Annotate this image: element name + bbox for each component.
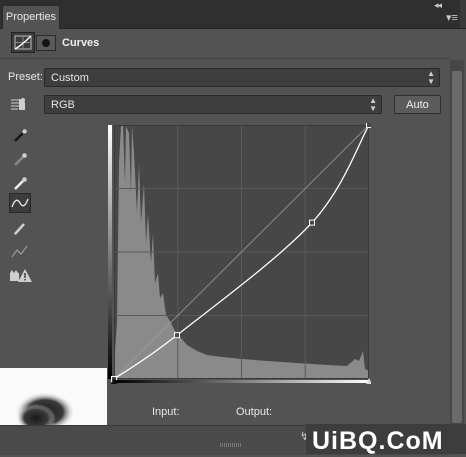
eyedropper-black-icon[interactable]	[9, 125, 31, 145]
collapse-arrows-icon[interactable]: ◂◂	[434, 0, 442, 11]
output-gradient-bar	[108, 125, 112, 379]
scrollbar-thumb[interactable]	[452, 71, 462, 423]
channel-value: RGB	[51, 99, 75, 111]
divider	[0, 58, 450, 59]
curves-graph[interactable]	[107, 123, 371, 385]
auto-button[interactable]: Auto	[394, 95, 441, 114]
preset-value: Custom	[51, 72, 89, 84]
panel-title-bar	[0, 0, 466, 29]
panel-menu-icon[interactable]: ▾≡	[446, 11, 458, 24]
resize-grip-icon[interactable]	[220, 443, 242, 447]
select-arrows-icon: ▲ ▼	[369, 96, 377, 113]
select-arrows-icon: ▲ ▼	[427, 69, 435, 86]
curves-adjustment-icon[interactable]	[11, 32, 35, 53]
smooth-icon[interactable]	[9, 242, 31, 262]
curve-point-1[interactable]	[174, 332, 180, 339]
preset-label: Preset:	[8, 71, 43, 83]
curve-point-3[interactable]	[366, 123, 372, 128]
eyedropper-gray-icon[interactable]	[9, 149, 31, 169]
layer-mask-icon[interactable]	[36, 35, 56, 51]
output-label: Output:	[236, 406, 273, 418]
input-label: Input:	[152, 406, 180, 418]
adjustment-title: Curves	[62, 37, 100, 49]
hand-target-icon[interactable]	[9, 95, 31, 115]
clipping-warning-icon[interactable]	[9, 266, 32, 286]
watermark: UiBQ.CoM	[312, 427, 444, 456]
curve-point-2[interactable]	[309, 219, 315, 226]
preset-select[interactable]: Custom ▲ ▼	[44, 68, 440, 87]
pencil-icon[interactable]	[9, 218, 31, 238]
watermark-text: UiBQ.CoM	[312, 427, 444, 455]
channel-select[interactable]: RGB ▲ ▼	[44, 95, 382, 114]
curve-edit-icon[interactable]	[9, 193, 31, 213]
eyedropper-white-icon[interactable]	[9, 173, 31, 193]
tab-properties[interactable]: Properties	[2, 5, 60, 29]
panel-edge	[460, 0, 466, 28]
input-gradient-bar	[114, 380, 369, 383]
